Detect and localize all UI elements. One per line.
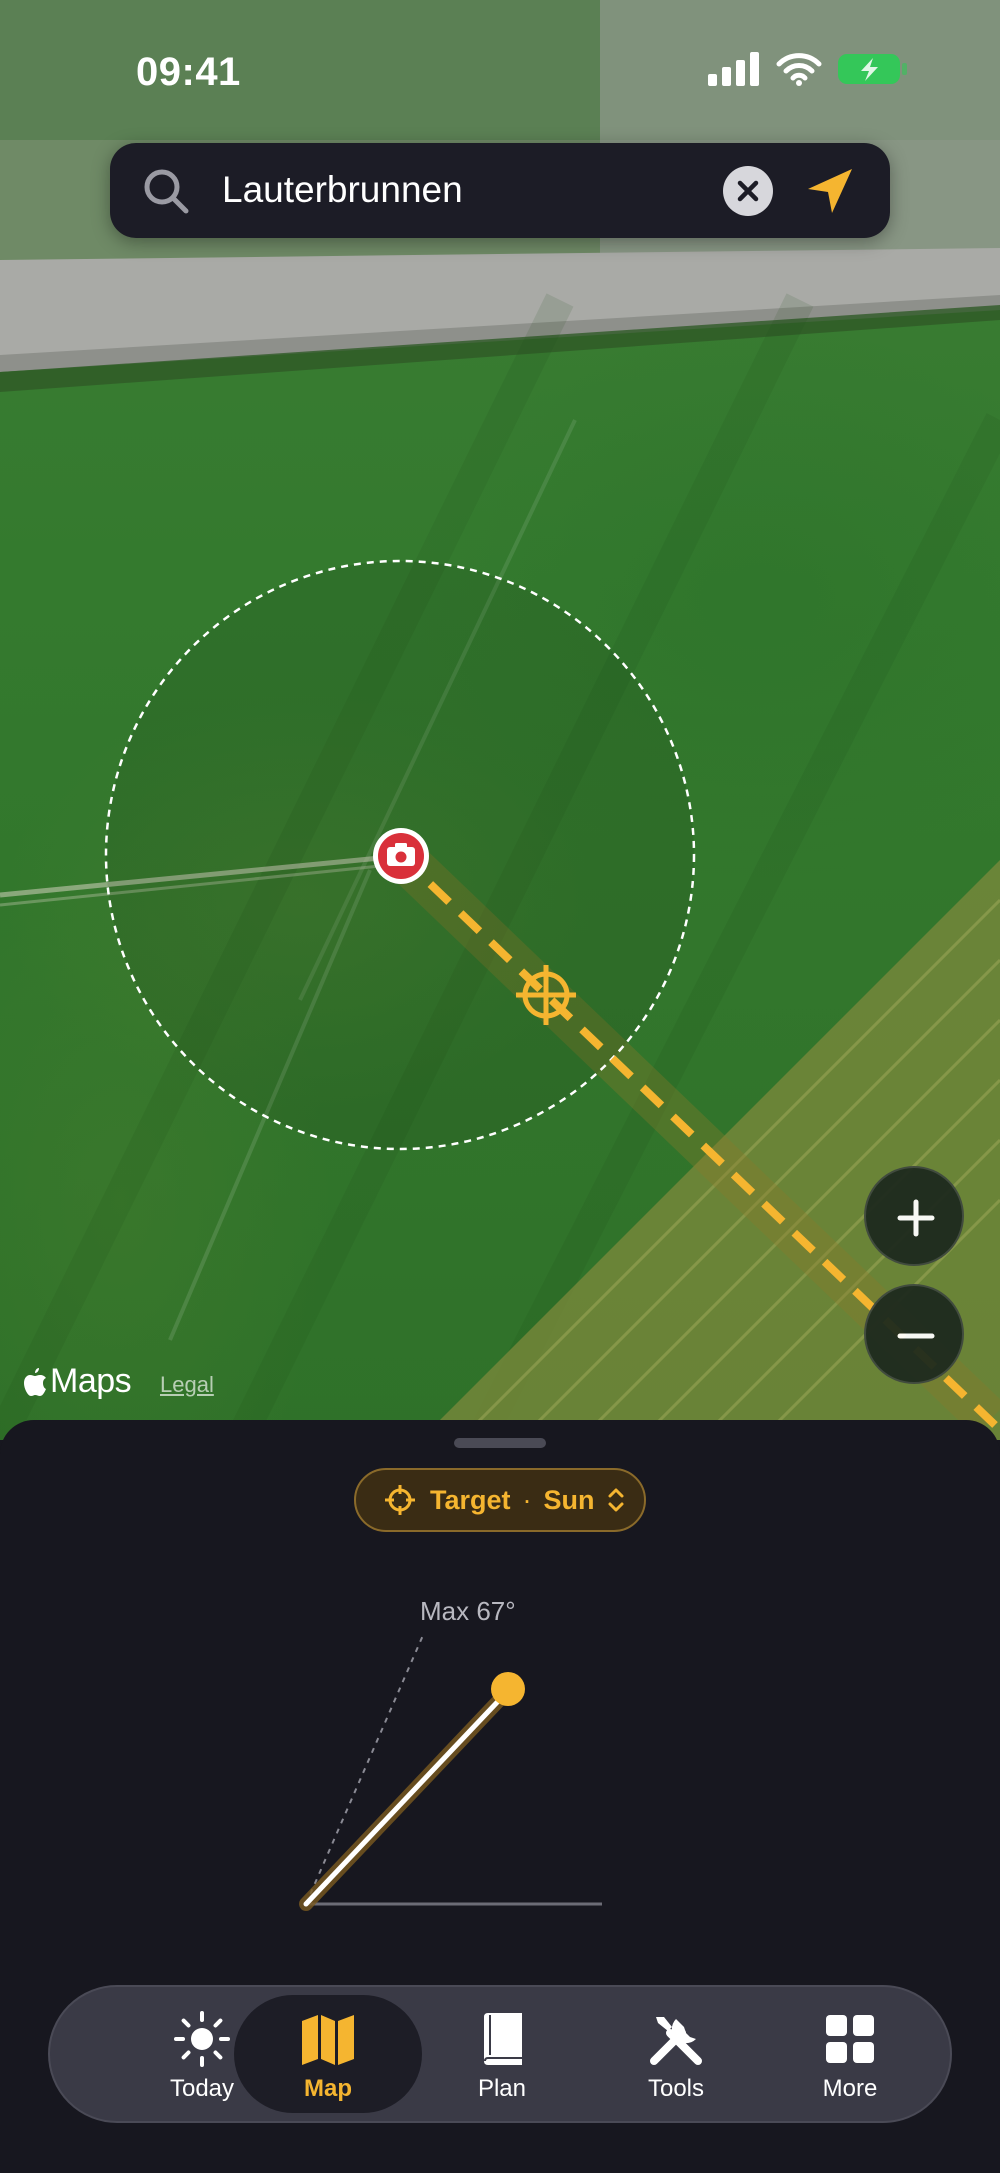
battery-charging-icon bbox=[838, 54, 907, 84]
sun-icon bbox=[174, 2011, 230, 2067]
tab-plan[interactable]: Plan bbox=[408, 1995, 596, 2113]
cellular-signal-icon bbox=[708, 52, 759, 86]
wifi-icon bbox=[776, 53, 822, 86]
tab-map[interactable]: Map bbox=[234, 1995, 422, 2113]
zoom-out-button[interactable] bbox=[864, 1284, 964, 1384]
grid-icon bbox=[826, 2015, 874, 2063]
clear-search-button[interactable] bbox=[723, 166, 773, 216]
maps-label: Maps bbox=[50, 1362, 132, 1400]
tab-label: More bbox=[822, 2075, 878, 2102]
close-icon bbox=[737, 180, 759, 202]
tab-label: Plan bbox=[477, 2075, 527, 2102]
tab-label: Map bbox=[304, 2075, 352, 2102]
apple-logo-icon bbox=[24, 1367, 46, 1396]
search-bar[interactable]: Lauterbrunnen bbox=[110, 143, 890, 238]
book-icon bbox=[484, 2013, 522, 2065]
status-time: 09:41 bbox=[136, 50, 241, 94]
status-icons bbox=[708, 52, 908, 86]
legal-link[interactable]: Legal bbox=[160, 1372, 214, 1398]
location-arrow-icon bbox=[808, 169, 852, 213]
current-altitude-line bbox=[303, 1692, 507, 1907]
camera-pin[interactable] bbox=[373, 828, 429, 884]
map-icon bbox=[302, 2015, 354, 2065]
status-bar: 09:41 bbox=[0, 0, 1000, 140]
tab-more[interactable]: More bbox=[756, 1995, 944, 2113]
tab-label: Tools bbox=[647, 2075, 705, 2102]
tab-bar: Today Map Plan Tools More bbox=[48, 1985, 952, 2123]
map-view[interactable]: 09:41 Lauterbrunnen Maps Legal bbox=[0, 0, 1000, 1440]
search-input[interactable]: Lauterbrunnen bbox=[222, 169, 463, 211]
plus-icon bbox=[897, 1199, 935, 1237]
maps-attribution: Maps bbox=[22, 1362, 132, 1401]
tab-tools[interactable]: Tools bbox=[582, 1995, 770, 2113]
max-altitude-line bbox=[305, 1632, 425, 1905]
search-icon bbox=[144, 169, 189, 214]
current-location-button[interactable] bbox=[800, 161, 860, 221]
tools-icon bbox=[650, 2017, 702, 2065]
sun-altitude-diagram bbox=[299, 1632, 602, 1911]
minus-icon bbox=[897, 1333, 935, 1339]
zoom-in-button[interactable] bbox=[864, 1166, 964, 1266]
sun-position-marker[interactable] bbox=[491, 1672, 525, 1706]
